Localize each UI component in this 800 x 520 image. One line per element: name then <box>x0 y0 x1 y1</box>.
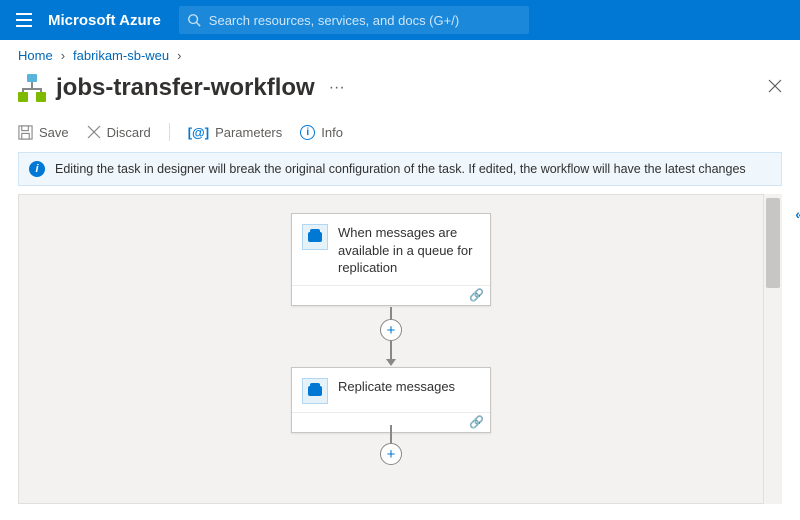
plus-icon: + <box>387 446 396 463</box>
info-icon: i <box>300 125 315 140</box>
chevron-right-icon: › <box>61 48 65 63</box>
trigger-node[interactable]: When messages are available in a queue f… <box>291 213 491 306</box>
page-header: jobs-transfer-workflow ··· <box>0 70 800 112</box>
service-bus-icon <box>302 378 328 404</box>
toolbar-divider <box>169 123 170 141</box>
link-icon: 🔗 <box>469 288 484 302</box>
link-icon: 🔗 <box>469 415 484 429</box>
action-node-header: Replicate messages <box>292 368 490 412</box>
breadcrumb-home-link[interactable]: Home <box>18 48 53 63</box>
page-title: jobs-transfer-workflow <box>56 74 315 102</box>
trigger-node-footer: 🔗 <box>292 285 490 305</box>
discard-icon <box>87 125 101 139</box>
parameters-icon: [@] <box>188 125 209 140</box>
action-node[interactable]: Replicate messages 🔗 <box>291 367 491 433</box>
hamburger-menu-button[interactable] <box>0 0 48 40</box>
parameters-button[interactable]: [@] Parameters <box>188 125 283 140</box>
chevron-right-icon: › <box>177 48 181 63</box>
info-banner: i Editing the task in designer will brea… <box>18 152 782 186</box>
designer-canvas[interactable]: When messages are available in a queue f… <box>18 194 764 504</box>
discard-label: Discard <box>107 125 151 140</box>
canvas-scrollbar[interactable] <box>764 194 782 504</box>
connector-line <box>390 425 392 443</box>
service-bus-icon <box>302 224 328 250</box>
designer-canvas-wrap: When messages are available in a queue f… <box>18 194 782 504</box>
parameters-label: Parameters <box>215 125 282 140</box>
info-banner-text: Editing the task in designer will break … <box>55 162 746 176</box>
close-icon <box>768 79 782 93</box>
breadcrumb: Home › fabrikam-sb-weu › <box>0 40 800 70</box>
add-step-button[interactable]: + <box>380 443 402 465</box>
add-step-button[interactable]: + <box>380 319 402 341</box>
save-label: Save <box>39 125 69 140</box>
azure-topbar: Microsoft Azure Search resources, servic… <box>0 0 800 40</box>
info-banner-icon: i <box>29 161 45 177</box>
designer-toolbar: Save Discard [@] Parameters i Info <box>0 112 800 152</box>
save-button[interactable]: Save <box>18 125 69 140</box>
connector-line <box>390 341 392 361</box>
breadcrumb-resource-link[interactable]: fabrikam-sb-weu <box>73 48 169 63</box>
close-button[interactable] <box>768 79 782 98</box>
action-node-title: Replicate messages <box>338 378 455 404</box>
logic-app-icon <box>18 74 46 102</box>
trigger-node-header: When messages are available in a queue f… <box>292 214 490 285</box>
more-actions-button[interactable]: ··· <box>329 79 345 97</box>
collapse-panel-button[interactable]: « <box>795 206 800 222</box>
hamburger-icon <box>16 13 32 27</box>
trigger-node-title: When messages are available in a queue f… <box>338 224 480 277</box>
search-placeholder: Search resources, services, and docs (G+… <box>209 13 459 28</box>
plus-icon: + <box>387 322 396 339</box>
info-button[interactable]: i Info <box>300 125 343 140</box>
discard-button[interactable]: Discard <box>87 125 151 140</box>
brand-label: Microsoft Azure <box>48 12 161 29</box>
scrollbar-thumb[interactable] <box>766 198 780 288</box>
save-icon <box>18 125 33 140</box>
arrow-down-icon <box>386 359 396 366</box>
global-search-input[interactable]: Search resources, services, and docs (G+… <box>179 6 529 34</box>
info-label: Info <box>321 125 343 140</box>
search-icon <box>187 13 201 27</box>
